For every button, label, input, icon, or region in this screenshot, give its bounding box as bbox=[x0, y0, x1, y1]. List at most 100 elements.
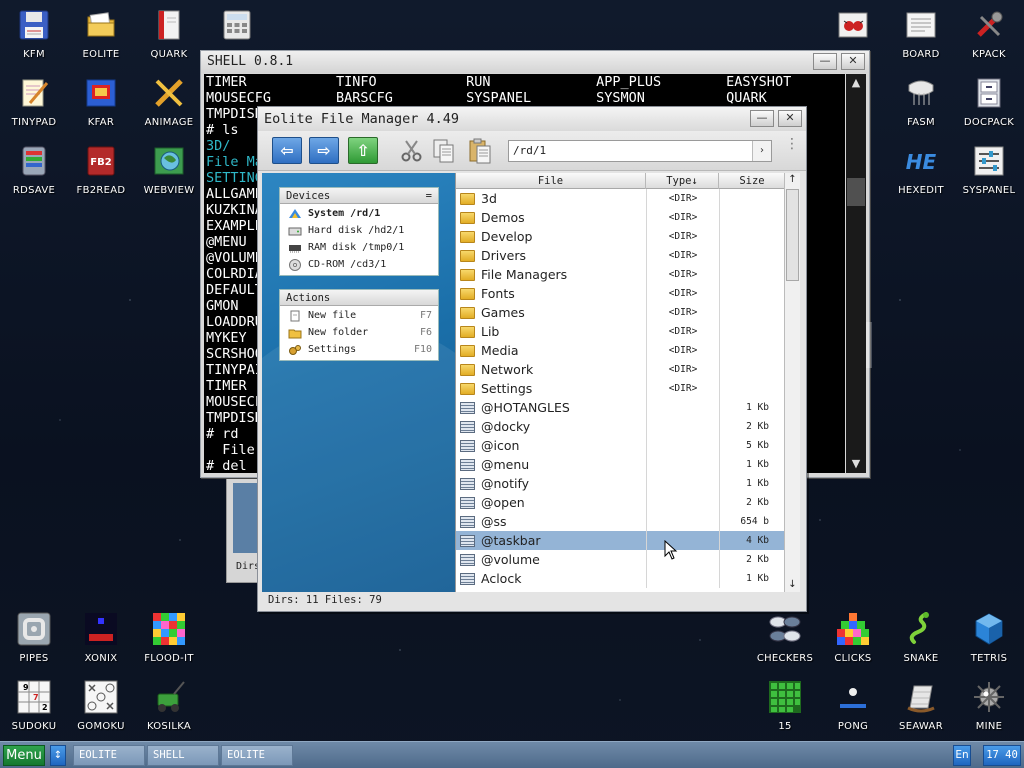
device-item[interactable]: CD-ROM /cd3/1 bbox=[280, 256, 438, 273]
fm-close-button[interactable]: ✕ bbox=[778, 110, 802, 127]
desktop-icon-clicks[interactable]: CLICKS bbox=[820, 612, 886, 678]
desktop-icon-xonix[interactable]: XONIX bbox=[68, 612, 134, 678]
file-row[interactable]: @ss 654 b bbox=[456, 512, 785, 531]
background-window[interactable]: Dirs bbox=[226, 478, 260, 583]
desktop-icon-hexedit[interactable]: HE HEXEDIT bbox=[888, 144, 954, 210]
desktop-icon-15[interactable]: 15 bbox=[752, 680, 818, 746]
path-go-button[interactable]: › bbox=[752, 141, 771, 161]
desktop-icon-fb2read[interactable]: FB2 FB2READ bbox=[68, 144, 134, 210]
file-row[interactable]: @open 2 Kb bbox=[456, 493, 785, 512]
desktop-icon-rdsave[interactable]: RDSAVE bbox=[1, 144, 67, 210]
copy-icon[interactable] bbox=[430, 137, 458, 165]
desktop-icon-pipes[interactable]: PIPES bbox=[1, 612, 67, 678]
desktop-icon-gomoku[interactable]: GOMOKU bbox=[68, 680, 134, 746]
file-row[interactable]: @icon 5 Kb bbox=[456, 436, 785, 455]
file-row[interactable]: @notify 1 Kb bbox=[456, 474, 785, 493]
file-row[interactable]: File Managers <DIR> bbox=[456, 265, 785, 284]
column-header-size[interactable]: Size bbox=[719, 173, 785, 189]
language-indicator[interactable]: En bbox=[953, 745, 971, 766]
file-row[interactable]: Lib <DIR> bbox=[456, 322, 785, 341]
file-row[interactable]: Games <DIR> bbox=[456, 303, 785, 322]
shell-scrollbar[interactable]: ▲ ▼ bbox=[846, 74, 866, 473]
file-row[interactable]: Settings <DIR> bbox=[456, 379, 785, 398]
desktop-icon-pong[interactable]: PONG bbox=[820, 680, 886, 746]
file-row[interactable]: @volume 2 Kb bbox=[456, 550, 785, 569]
desktop-icon-checkers[interactable]: CHECKERS bbox=[752, 612, 818, 678]
shell-minimize-button[interactable]: — bbox=[813, 53, 837, 70]
task-eolite-2[interactable]: EOLITE bbox=[221, 745, 293, 766]
desktop-icon-animage[interactable]: ANIMAGE bbox=[136, 76, 202, 142]
desktop-icon-sudoku[interactable]: 9 7 2 SUDOKU bbox=[1, 680, 67, 746]
desktop-icon-label: HEXEDIT bbox=[898, 185, 944, 196]
action-item[interactable]: New folder F6 bbox=[280, 324, 438, 341]
file-row[interactable]: Media <DIR> bbox=[456, 341, 785, 360]
back-button[interactable]: ⇦ bbox=[272, 137, 302, 164]
column-header-type[interactable]: Type↓ bbox=[646, 173, 719, 189]
desktop-icon-eolite[interactable]: EOLITE bbox=[68, 8, 134, 74]
desktop-icon-kosilka[interactable]: KOSILKA bbox=[136, 680, 202, 746]
file-row[interactable]: Drivers <DIR> bbox=[456, 246, 785, 265]
cut-icon[interactable] bbox=[398, 137, 426, 165]
file-row[interactable]: Fonts <DIR> bbox=[456, 284, 785, 303]
desktop-icon-flood-it[interactable]: FLOOD-IT bbox=[136, 612, 202, 678]
fm-minimize-button[interactable]: — bbox=[750, 110, 774, 127]
desktop-icon-tinypad[interactable]: TINYPAD bbox=[1, 76, 67, 142]
action-item[interactable]: Settings F10 bbox=[280, 341, 438, 358]
desktop-icon-tetris[interactable]: TETRIS bbox=[956, 612, 1022, 678]
file-row[interactable]: Aclock 1 Kb bbox=[456, 569, 785, 588]
file-manager-window[interactable]: Eolite File Manager 4.49 — ✕ ⇦ ⇨ ⇧ /rd/1… bbox=[257, 106, 807, 612]
file-row[interactable]: @HOTANGLES 1 Kb bbox=[456, 398, 785, 417]
task-shell[interactable]: SHELL bbox=[147, 745, 219, 766]
desktop-icon-syspanel[interactable]: SYSPANEL bbox=[956, 144, 1022, 210]
desktop-icon-seawar[interactable]: SEAWAR bbox=[888, 680, 954, 746]
paste-icon[interactable] bbox=[466, 137, 494, 165]
device-item[interactable]: System /rd/1 bbox=[280, 205, 438, 222]
desktop-icon-quark[interactable]: QUARK bbox=[136, 8, 202, 74]
up-folder-button[interactable]: ⇧ bbox=[348, 137, 378, 164]
file-row[interactable]: @docky 2 Kb bbox=[456, 417, 785, 436]
desktop-icon-webview[interactable]: WEBVIEW bbox=[136, 144, 202, 210]
desktop-icon-mine[interactable]: MINE bbox=[956, 680, 1022, 746]
action-item[interactable]: New file F7 bbox=[280, 307, 438, 324]
clock[interactable]: 17 40 bbox=[983, 745, 1021, 766]
shell-scroll-down-button[interactable]: ▼ bbox=[846, 455, 866, 473]
actions-header[interactable]: Actions bbox=[280, 290, 438, 306]
file-row[interactable]: @taskbar 4 Kb bbox=[456, 531, 785, 550]
desktop-icon-snake[interactable]: SNAKE bbox=[888, 612, 954, 678]
file-list[interactable]: File Type↓ Size 3d <DIR> Demos <DIR> Develop… bbox=[455, 173, 800, 592]
file-list-scrollbar[interactable]: ↑ ↓ bbox=[784, 173, 800, 592]
switch-windows-button[interactable]: ↕ bbox=[50, 745, 66, 766]
desktop-icon-board[interactable]: BOARD bbox=[888, 8, 954, 74]
file-list-scroll-thumb[interactable] bbox=[786, 189, 799, 281]
file-row[interactable]: @menu 1 Kb bbox=[456, 455, 785, 474]
forward-button[interactable]: ⇨ bbox=[309, 137, 339, 164]
devices-header[interactable]: Devices = bbox=[280, 188, 438, 204]
desktop-icon-fasm[interactable]: FASM bbox=[888, 76, 954, 142]
shell-close-button[interactable]: ✕ bbox=[841, 53, 865, 70]
file-list-scroll-up-button[interactable]: ↑ bbox=[785, 173, 800, 187]
shell-scroll-up-button[interactable]: ▲ bbox=[846, 74, 866, 92]
action-label: Settings bbox=[308, 344, 357, 355]
shell-title[interactable]: SHELL 0.8.1 bbox=[201, 51, 869, 73]
file-row[interactable]: Demos <DIR> bbox=[456, 208, 785, 227]
shell-scroll-thumb[interactable] bbox=[847, 178, 865, 206]
desktop-icon-docpack[interactable]: DOCPACK bbox=[956, 76, 1022, 142]
file-manager-title[interactable]: Eolite File Manager 4.49 bbox=[258, 107, 806, 131]
desktop-icon-kfar[interactable]: KFAR bbox=[68, 76, 134, 142]
task-eolite-1[interactable]: EOLITE bbox=[73, 745, 145, 766]
more-menu-icon[interactable]: ⋮ bbox=[785, 137, 799, 161]
file-list-scroll-down-button[interactable]: ↓ bbox=[785, 578, 800, 592]
desktop-icon-label: CLICKS bbox=[834, 653, 872, 664]
column-header-file[interactable]: File bbox=[456, 173, 646, 189]
file-row[interactable]: Network <DIR> bbox=[456, 360, 785, 379]
desktop-icon-kfm[interactable]: KFM bbox=[1, 8, 67, 74]
desktop-icon-kpack[interactable]: KPACK bbox=[956, 8, 1022, 74]
menu-button[interactable]: Menu bbox=[3, 745, 45, 766]
file-row[interactable]: Develop <DIR> bbox=[456, 227, 785, 246]
resize-handle[interactable] bbox=[866, 322, 872, 368]
device-item[interactable]: Hard disk /hd2/1 bbox=[280, 222, 438, 239]
file-row[interactable]: 3d <DIR> bbox=[456, 189, 785, 208]
device-item[interactable]: RAM disk /tmp0/1 bbox=[280, 239, 438, 256]
path-input[interactable]: /rd/1 bbox=[508, 140, 772, 162]
devices-collapse-icon[interactable]: = bbox=[426, 188, 432, 204]
